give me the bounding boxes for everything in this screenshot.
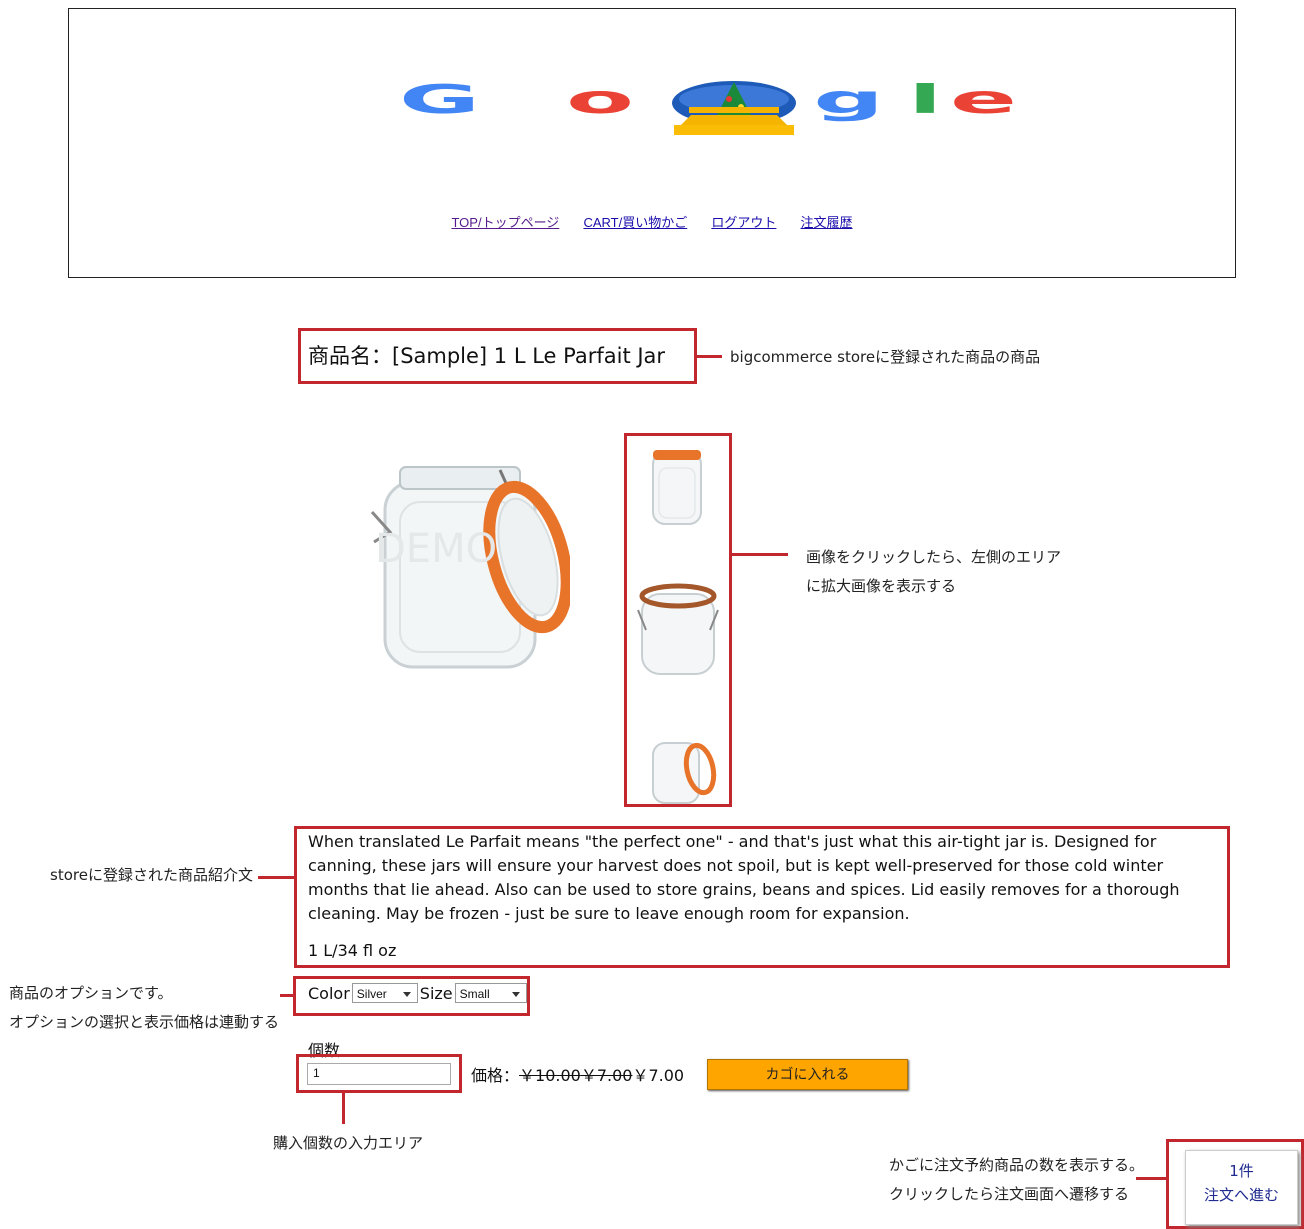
size-select-value: Small <box>459 987 490 1001</box>
options-annotation-line <box>280 994 293 997</box>
order-count: 1件 <box>1229 1162 1254 1180</box>
thumbnails-annotation-note-2: に拡大画像を表示する <box>806 577 957 595</box>
description-annotation-note: storeに登録された商品紹介文 <box>50 866 253 884</box>
nav-cart-link[interactable]: CART/買い物かご <box>583 215 687 230</box>
order-annotation-note-2: クリックしたら注文画面へ遷移する <box>889 1185 1130 1203</box>
thumbnails-annotation-line <box>732 553 788 556</box>
color-select-value: Silver <box>356 987 387 1001</box>
product-thumbnail-2[interactable] <box>634 580 722 675</box>
add-to-cart-button[interactable]: カゴに入れる <box>707 1059 908 1090</box>
product-size-note: 1 L/34 fl oz <box>308 941 397 960</box>
nav-logout-link[interactable]: ログアウト <box>711 215 776 230</box>
logo-letter-g2: g <box>813 77 884 122</box>
nav-top-link[interactable]: TOP/トップページ <box>451 215 559 230</box>
product-options: Color Silver Size Small <box>308 983 527 1003</box>
logo-letter-g: G <box>399 77 480 122</box>
logo-letter-o1: o <box>566 77 634 122</box>
description-annotation-line <box>258 876 295 879</box>
product-thumbnail-3[interactable] <box>648 737 718 805</box>
product-thumbnail-1[interactable] <box>645 446 710 528</box>
product-description: When translated Le Parfait means "the pe… <box>308 832 1180 923</box>
title-annotation-note: bigcommerce storeに登録された商品の商品 <box>730 348 1041 366</box>
price-current: ￥7.00 <box>632 1066 685 1085</box>
chevron-down-icon <box>402 992 411 997</box>
snow-globe-icon <box>672 81 796 135</box>
price-old-2: ￥7.00 <box>580 1066 633 1085</box>
price-display: 価格：￥10.00￥7.00￥7.00 <box>471 1062 684 1086</box>
title-annotation-line <box>697 355 722 358</box>
quantity-annotation-note: 購入個数の入力エリア <box>273 1134 424 1152</box>
chevron-down-icon <box>511 992 520 997</box>
color-label: Color <box>308 983 350 1003</box>
thumbnails-annotation-note-1: 画像をクリックしたら、左側のエリア <box>806 548 1062 566</box>
size-select[interactable]: Small <box>454 983 527 1003</box>
order-annotation-line <box>1136 1177 1166 1180</box>
color-select[interactable]: Silver <box>351 983 418 1003</box>
quantity-input[interactable]: 1 <box>307 1063 451 1085</box>
google-doodle-logo[interactable]: G o g l e <box>399 77 1039 147</box>
size-label: Size <box>419 983 453 1003</box>
nav-order-history-link[interactable]: 注文履歴 <box>801 215 853 230</box>
product-title: 商品名：[Sample] 1 L Le Parfait Jar <box>308 344 666 368</box>
logo-letter-l: l <box>908 77 942 122</box>
order-annotation-note-1: かごに注文予約商品の数を表示する。 <box>889 1156 1145 1174</box>
header: G o g l e TOP/トップページ CART/買い物かご ログアウト 注文… <box>68 8 1236 278</box>
options-annotation-note-2: オプションの選択と表示価格は連動する <box>9 1013 280 1031</box>
demo-watermark: DEMO <box>375 526 497 572</box>
logo-letter-e: e <box>950 77 1017 122</box>
order-label: 注文へ進む <box>1203 1186 1279 1204</box>
product-main-image: DEMO <box>370 466 570 669</box>
proceed-to-order-button[interactable]: 1件 注文へ進む <box>1185 1150 1298 1225</box>
price-old-1: ￥10.00 <box>519 1066 581 1085</box>
options-annotation-note-1: 商品のオプションです。 <box>9 984 173 1002</box>
price-label: 価格： <box>471 1066 520 1085</box>
quantity-annotation-line <box>342 1093 345 1124</box>
top-nav: TOP/トップページ CART/買い物かご ログアウト 注文履歴 <box>69 212 1235 231</box>
